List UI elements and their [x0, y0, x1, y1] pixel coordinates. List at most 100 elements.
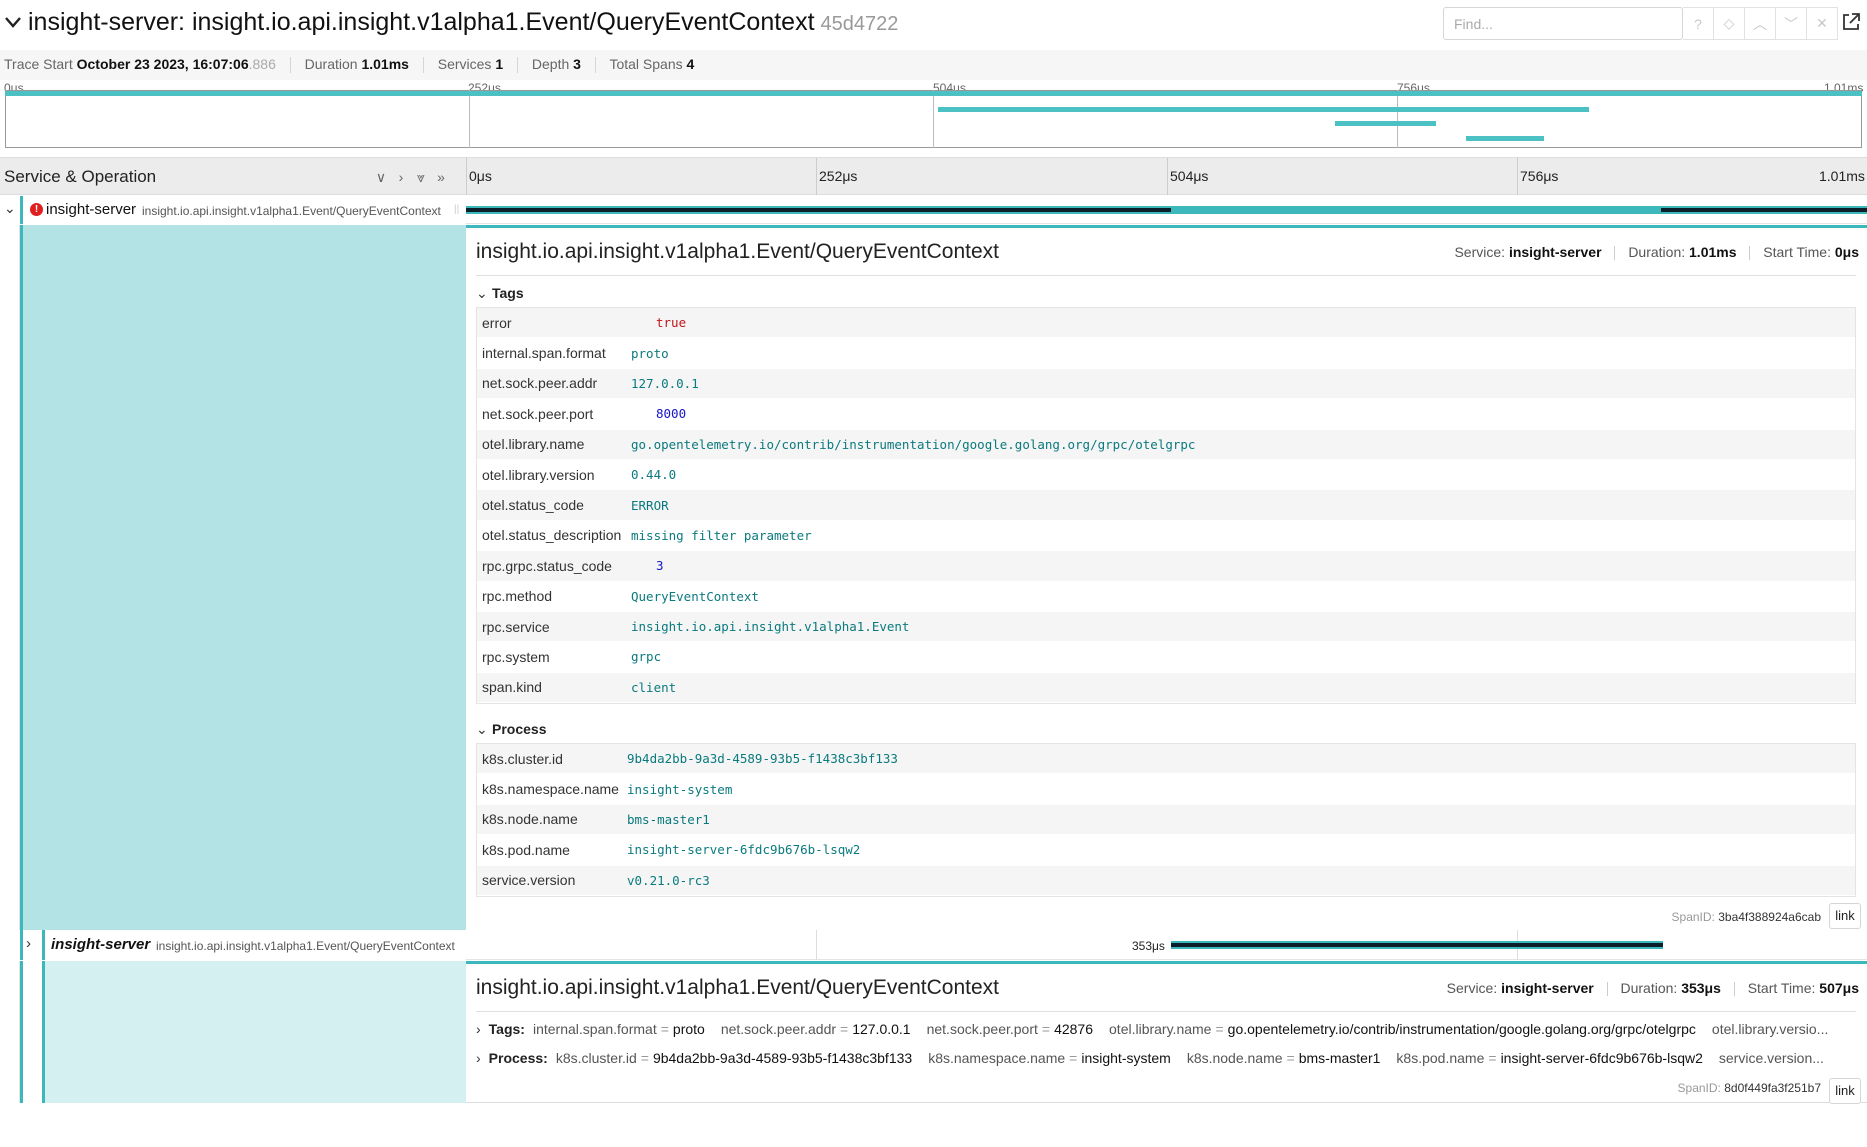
tag-row: rpc.method QueryEventContext	[477, 582, 1855, 612]
collapse-one-icon[interactable]: ∨	[372, 168, 390, 186]
tags-heading: Tags:	[488, 1021, 525, 1037]
inline-key: k8s.pod.name	[1396, 1050, 1485, 1066]
trace-minimap[interactable]: 0μs 252μs 504μs 756μs 1.01ms	[0, 80, 1867, 152]
inline-key: internal.span.format	[532, 1021, 657, 1037]
divider	[289, 57, 291, 74]
equals-sign: =	[1069, 1050, 1078, 1066]
tag-value: 3	[656, 558, 664, 574]
span-id: SpanID: 3ba4f388924a6cab	[1672, 910, 1821, 924]
tag-row: error true	[477, 308, 1855, 339]
span-row[interactable]: › insight-server insight.io.api.insight.…	[0, 930, 1867, 960]
depth-label: Depth	[531, 56, 570, 72]
chevron-down-icon: ⌄	[476, 285, 488, 301]
tag-value: QueryEventContext	[631, 588, 759, 604]
tag-value: insight.io.api.insight.v1alpha1.Event	[631, 619, 910, 635]
process-row: k8s.cluster.id 9b4da2bb-9a3d-4589-93b5-f1…	[477, 744, 1855, 775]
span-operation-name[interactable]: insight.io.api.insight.v1alpha1.Event/Qu…	[156, 939, 455, 953]
timeline-gridline	[1517, 158, 1518, 195]
span-self-time-bar	[1661, 208, 1867, 212]
collapse-all-icon[interactable]: »	[432, 168, 450, 186]
process-section-toggle[interactable]: ⌄ Process	[476, 721, 546, 738]
chevron-right-icon[interactable]: ›	[26, 935, 31, 952]
tag-value: client	[631, 679, 677, 695]
collapse-chevron-icon[interactable]	[2, 10, 24, 34]
services-value: 1	[495, 56, 504, 72]
tag-key: net.sock.peer.port	[482, 405, 594, 422]
timeline-tick: 252μs	[819, 168, 858, 184]
tag-row: internal.span.format proto	[477, 338, 1855, 369]
process-value: v0.21.0-rc3	[627, 872, 710, 888]
span-name-cell[interactable]: ⌄ ! insight-server insight.io.api.insigh…	[0, 196, 466, 224]
tag-value: missing filter parameter	[631, 527, 812, 543]
next-result-icon[interactable]: ﹀	[1776, 7, 1807, 40]
span-service-name[interactable]: insight-server	[46, 201, 136, 218]
span-detail-indent	[42, 961, 466, 1103]
tag-row: rpc.grpc.status_code 3	[477, 551, 1855, 582]
span-operation-name[interactable]: insight.io.api.insight.v1alpha1.Event/Qu…	[142, 204, 441, 218]
span-id-label: SpanID:	[1677, 1081, 1721, 1095]
tag-row: span.kind client	[477, 672, 1855, 704]
link-button[interactable]: link	[1829, 903, 1861, 929]
span-detail-panel: insight.io.api.insight.v1alpha1.Event/Qu…	[466, 961, 1867, 1104]
divider	[476, 275, 1856, 276]
inline-key: service.version...	[1718, 1050, 1824, 1066]
help-icon[interactable]: ?	[1683, 7, 1714, 40]
span-detail-title: insight.io.api.insight.v1alpha1.Event/Qu…	[476, 240, 999, 263]
expand-one-icon[interactable]: ›	[392, 168, 410, 186]
trace-title: insight-server: insight.io.api.insight.v…	[28, 8, 898, 37]
process-heading: Process	[492, 721, 547, 737]
link-button[interactable]: link	[1829, 1078, 1861, 1104]
tag-value: go.opentelemetry.io/contrib/instrumentat…	[631, 436, 1196, 452]
locate-icon[interactable]: ◇	[1714, 7, 1745, 40]
find-input[interactable]: Find...	[1443, 7, 1683, 40]
span-name-cell[interactable]: › insight-server insight.io.api.insight.…	[0, 930, 466, 960]
inline-key: otel.library.name	[1109, 1021, 1212, 1037]
external-link-icon[interactable]	[1840, 11, 1862, 33]
expand-controls: ∨ › ⩔ »	[372, 168, 450, 186]
duration-label: Duration:	[1628, 244, 1686, 260]
service-value: insight-server	[1501, 980, 1594, 996]
chevron-down-icon[interactable]: ⌄	[4, 200, 16, 217]
chevron-down-icon: ⌄	[476, 721, 488, 737]
minimap-gridline	[469, 90, 470, 148]
inline-value: insight-system	[1081, 1050, 1171, 1066]
divider	[517, 57, 518, 74]
tag-row: otel.library.version 0.44.0	[477, 460, 1855, 491]
tag-row: rpc.service insight.io.api.insight.v1alph…	[477, 611, 1855, 643]
tags-summary[interactable]: › Tags: internal.span.format = proto net.sock…	[476, 1021, 1856, 1037]
prev-result-icon[interactable]: ︿	[1745, 7, 1776, 40]
column-resizer[interactable]	[466, 158, 467, 195]
clear-search-icon[interactable]: ✕	[1807, 7, 1838, 40]
service-label: Service:	[1454, 244, 1506, 260]
process-key: k8s.namespace.name	[482, 781, 619, 798]
divider	[594, 57, 596, 74]
timeline-gridline	[1167, 158, 1168, 195]
inline-value: go.opentelemetry.io/contrib/instrumentat…	[1227, 1021, 1696, 1037]
expand-all-icon[interactable]: ⩔	[412, 168, 430, 186]
minimap-gridline	[933, 90, 934, 148]
resize-handle-icon[interactable]: ||	[454, 204, 459, 215]
tags-heading: Tags	[492, 285, 524, 301]
minimap-span-bar	[5, 91, 1862, 96]
span-row[interactable]: ⌄ ! insight-server insight.io.api.insigh…	[0, 196, 1867, 224]
span-service-name[interactable]: insight-server	[51, 936, 150, 953]
start-time-label: Start Time:	[1763, 244, 1831, 260]
trace-start-label: Trace Start	[4, 56, 73, 72]
tags-section-toggle[interactable]: ⌄ Tags	[476, 285, 524, 302]
trace-title-text: insight-server: insight.io.api.insight.v…	[28, 8, 815, 36]
tag-row: rpc.system grpc	[477, 642, 1855, 673]
process-value: bms-master1	[627, 811, 710, 827]
tag-key: rpc.grpc.status_code	[482, 557, 612, 574]
span-duration-label: 353μs	[1132, 939, 1165, 953]
service-label: Service:	[1446, 980, 1498, 996]
tag-key: error	[482, 314, 512, 331]
timeline-tick: 0μs	[469, 168, 492, 184]
tag-row: net.sock.peer.port 8000	[477, 399, 1855, 430]
find-controls: ? ◇ ︿ ﹀ ✕	[1683, 7, 1838, 40]
tag-row: otel.status_description missing filter pa…	[477, 521, 1855, 552]
span-color-marker	[42, 930, 45, 960]
process-summary[interactable]: › Process: k8s.cluster.id = 9b4da2bb-9a3d-45…	[476, 1050, 1856, 1066]
process-table: k8s.cluster.id 9b4da2bb-9a3d-4589-93b5-f1…	[476, 743, 1856, 897]
duration-value: 1.01ms	[361, 56, 409, 72]
tag-key: rpc.system	[482, 648, 550, 665]
